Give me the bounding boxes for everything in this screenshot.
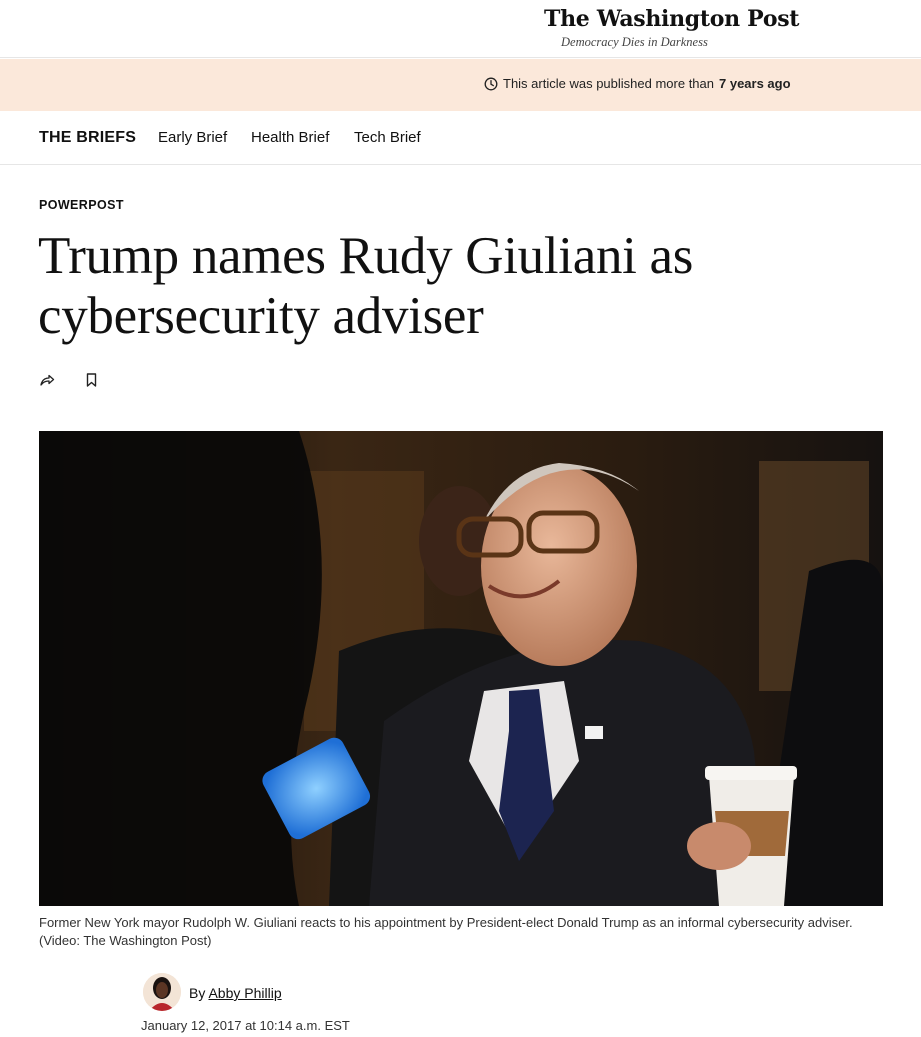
- article-headline: Trump names Rudy Giuliani as cybersecuri…: [38, 226, 838, 346]
- nav-link-tech-brief[interactable]: Tech Brief: [354, 129, 421, 146]
- byline: By Abby Phillip: [189, 985, 282, 1001]
- bookmark-icon: [83, 371, 101, 389]
- bookmark-button[interactable]: [83, 371, 101, 389]
- headline-line-2: cybersecurity adviser: [38, 287, 484, 345]
- section-nav: THE BRIEFS Early Brief Health Brief Tech…: [0, 111, 921, 165]
- article-age-banner: This article was published more than 7 y…: [0, 59, 921, 111]
- section-nav-title[interactable]: THE BRIEFS: [39, 129, 136, 147]
- age-notice-text: This article was published more than: [503, 76, 714, 91]
- masthead-tagline: Democracy Dies in Darkness: [561, 35, 708, 49]
- caption-text: Former New York mayor Rudolph W. Giulian…: [39, 915, 853, 930]
- age-notice-value: 7 years ago: [719, 76, 791, 91]
- masthead: The Washington Post Democracy Dies in Da…: [0, 0, 921, 58]
- author-avatar[interactable]: [143, 973, 181, 1011]
- page: The Washington Post Democracy Dies in Da…: [0, 0, 921, 1037]
- age-notice: This article was published more than 7 y…: [484, 76, 791, 91]
- nav-link-health-brief[interactable]: Health Brief: [251, 129, 329, 146]
- publish-date: January 12, 2017 at 10:14 a.m. EST: [141, 1018, 350, 1033]
- caption-credit: (Video: The Washington Post): [39, 933, 212, 948]
- share-button[interactable]: [38, 371, 56, 389]
- headline-line-1: Trump names Rudy Giuliani as: [38, 227, 694, 285]
- photo-caption: Former New York mayor Rudolph W. Giulian…: [39, 914, 889, 950]
- author-link[interactable]: Abby Phillip: [208, 985, 281, 1001]
- share-icon: [38, 371, 56, 389]
- article-photo[interactable]: [39, 431, 883, 906]
- clock-icon: [484, 77, 498, 91]
- nav-link-early-brief[interactable]: Early Brief: [158, 129, 227, 146]
- byline-prefix: By: [189, 985, 206, 1001]
- article-kicker[interactable]: POWERPOST: [39, 198, 124, 212]
- wapo-logo[interactable]: The Washington Post: [544, 6, 799, 32]
